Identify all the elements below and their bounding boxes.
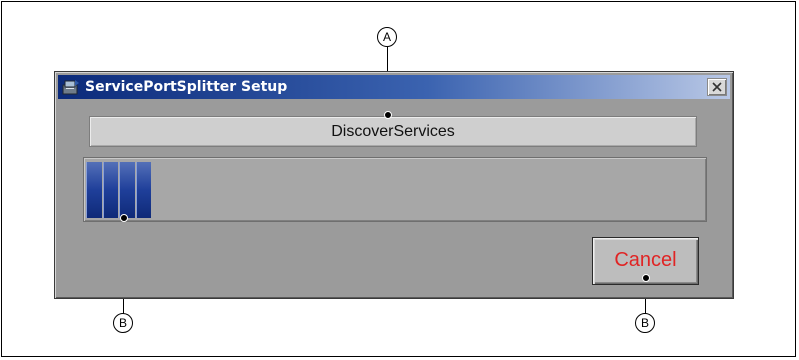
close-button[interactable]: [707, 78, 727, 96]
callout-b-cancel-marker: B: [635, 313, 655, 333]
progress-segment: [102, 162, 118, 218]
progress-segment: [119, 162, 135, 218]
callout-a-label: A: [382, 30, 391, 44]
progress-segment: [86, 162, 102, 218]
progress-bar: [83, 157, 707, 222]
close-x-icon: [708, 80, 726, 99]
setup-dialog-window: ServicePortSplitter Setup DiscoverServic…: [54, 71, 734, 299]
cancel-button-label: Cancel: [614, 249, 677, 271]
status-text: DiscoverServices: [331, 123, 455, 140]
callout-a-marker: A: [377, 27, 397, 47]
callout-b-progress-dot: [120, 214, 128, 222]
window-title: ServicePortSplitter Setup: [85, 79, 288, 95]
progress-segment: [135, 162, 151, 218]
progress-fill: [86, 162, 151, 218]
callout-b-progress-label: B: [118, 316, 127, 330]
callout-b-progress-marker: B: [113, 313, 133, 333]
status-text-panel: DiscoverServices: [89, 116, 697, 147]
callout-b-cancel-dot: [642, 274, 650, 282]
title-bar[interactable]: ServicePortSplitter Setup: [58, 75, 730, 99]
callout-a-dot: [384, 111, 392, 119]
installer-app-icon: [62, 78, 80, 96]
callout-b-cancel-label: B: [640, 316, 649, 330]
